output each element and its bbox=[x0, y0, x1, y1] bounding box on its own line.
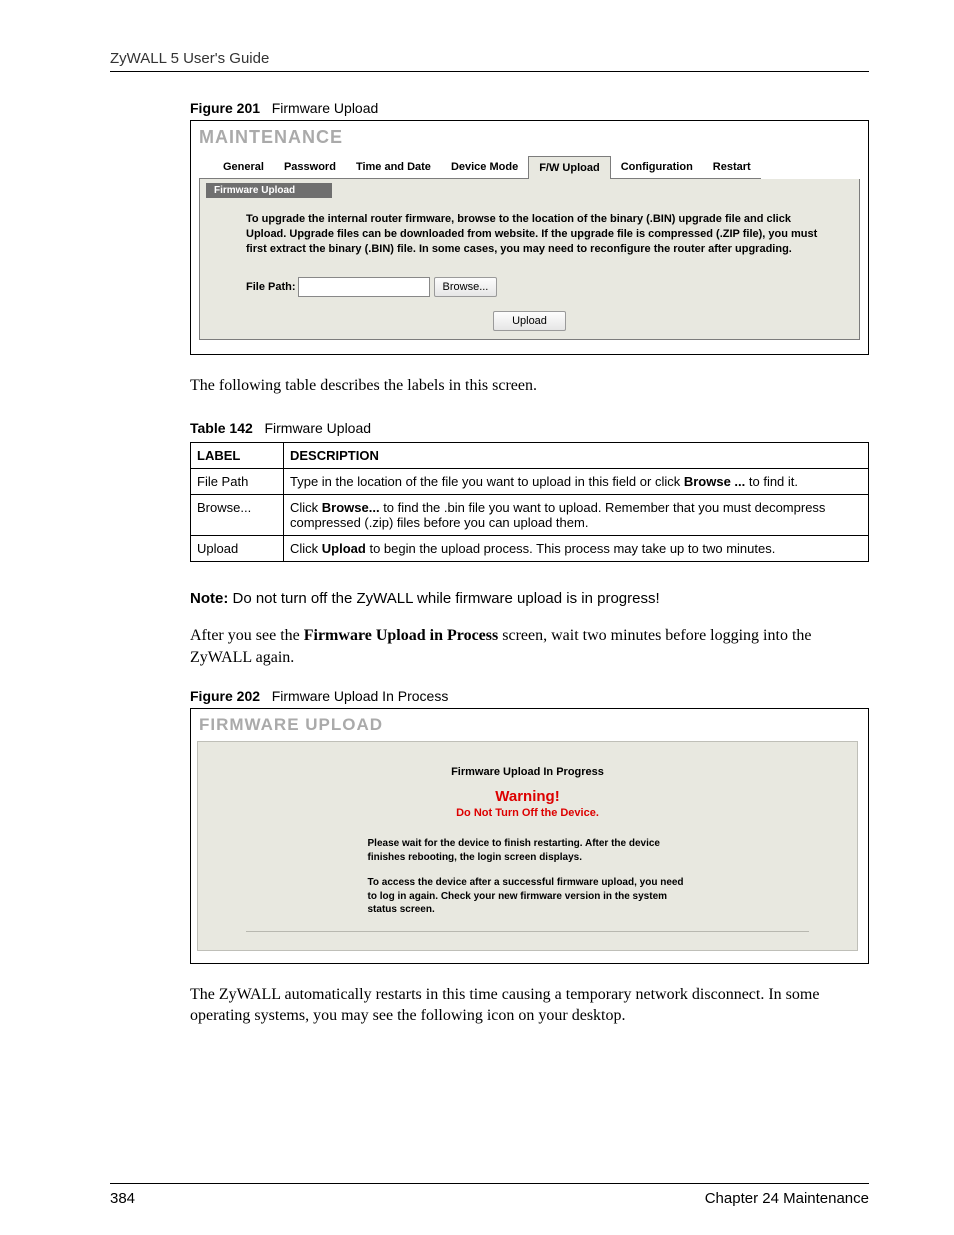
figure-201: MAINTENANCE General Password Time and Da… bbox=[190, 120, 869, 355]
tab-content: Firmware Upload To upgrade the internal … bbox=[199, 179, 860, 340]
table-142: LABEL DESCRIPTION File Path Type in the … bbox=[190, 442, 869, 562]
closing-paragraph: The ZyWALL automatically restarts in thi… bbox=[190, 984, 869, 1027]
figure-202: FIRMWARE UPLOAD Firmware Upload In Progr… bbox=[190, 708, 869, 964]
cell-desc: Click Upload to begin the upload process… bbox=[284, 536, 869, 562]
firmware-upload-heading: FIRMWARE UPLOAD bbox=[197, 715, 868, 735]
progress-message-2: To access the device after a successful … bbox=[368, 876, 688, 917]
panel-divider bbox=[246, 931, 808, 932]
figure-201-title: Firmware Upload bbox=[272, 100, 379, 116]
upload-instructions: To upgrade the internal router firmware,… bbox=[206, 212, 853, 257]
section-title: Firmware Upload bbox=[206, 183, 332, 198]
figure-202-caption: Figure 202 Firmware Upload In Process bbox=[190, 688, 869, 704]
table-row: Browse... Click Browse... to find the .b… bbox=[191, 495, 869, 536]
col-label: LABEL bbox=[191, 443, 284, 469]
cell-label: File Path bbox=[191, 469, 284, 495]
table-142-caption: Table 142 Firmware Upload bbox=[190, 420, 869, 436]
tab-configuration[interactable]: Configuration bbox=[611, 156, 703, 179]
figure-202-number: Figure 202 bbox=[190, 688, 260, 704]
figure-202-title: Firmware Upload In Process bbox=[272, 688, 449, 704]
tab-fw-upload[interactable]: F/W Upload bbox=[528, 156, 611, 179]
tab-time-date[interactable]: Time and Date bbox=[346, 156, 441, 179]
table-header-row: LABEL DESCRIPTION bbox=[191, 443, 869, 469]
maintenance-heading: MAINTENANCE bbox=[199, 127, 860, 148]
figure-201-number: Figure 201 bbox=[190, 100, 260, 116]
upload-button[interactable]: Upload bbox=[493, 311, 566, 331]
intro-paragraph: The following table describes the labels… bbox=[190, 375, 869, 397]
table-row: File Path Type in the location of the fi… bbox=[191, 469, 869, 495]
header-rule bbox=[110, 71, 869, 72]
page-number: 384 bbox=[110, 1190, 135, 1207]
figure-201-caption: Figure 201 Firmware Upload bbox=[190, 100, 869, 116]
warning-heading: Warning! bbox=[208, 788, 847, 805]
note: Note: Do not turn off the ZyWALL while f… bbox=[190, 590, 869, 607]
chapter-label: Chapter 24 Maintenance bbox=[705, 1190, 869, 1207]
table-row: Upload Click Upload to begin the upload … bbox=[191, 536, 869, 562]
progress-message-1: Please wait for the device to finish res… bbox=[368, 837, 688, 864]
note-label: Note: bbox=[190, 590, 228, 607]
table-142-title: Firmware Upload bbox=[264, 420, 371, 436]
tab-restart[interactable]: Restart bbox=[703, 156, 761, 179]
progress-panel: Firmware Upload In Progress Warning! Do … bbox=[197, 741, 858, 951]
warning-subtext: Do Not Turn Off the Device. bbox=[208, 807, 847, 819]
tab-device-mode[interactable]: Device Mode bbox=[441, 156, 528, 179]
page-footer: 384 Chapter 24 Maintenance bbox=[110, 1183, 869, 1207]
after-paragraph: After you see the Firmware Upload in Pro… bbox=[190, 625, 869, 668]
file-path-label: File Path: bbox=[246, 281, 296, 293]
tab-strip: General Password Time and Date Device Mo… bbox=[199, 156, 860, 179]
file-path-input[interactable] bbox=[298, 277, 430, 297]
progress-text: Firmware Upload In Progress bbox=[208, 766, 847, 778]
col-description: DESCRIPTION bbox=[284, 443, 869, 469]
cell-desc: Type in the location of the file you wan… bbox=[284, 469, 869, 495]
tab-spacer bbox=[199, 156, 213, 179]
running-header: ZyWALL 5 User's Guide bbox=[110, 50, 869, 67]
cell-desc: Click Browse... to find the .bin file yo… bbox=[284, 495, 869, 536]
browse-button[interactable]: Browse... bbox=[434, 277, 498, 297]
cell-label: Upload bbox=[191, 536, 284, 562]
table-142-number: Table 142 bbox=[190, 420, 253, 436]
tab-general[interactable]: General bbox=[213, 156, 274, 179]
cell-label: Browse... bbox=[191, 495, 284, 536]
file-path-row: File Path: Browse... bbox=[206, 277, 853, 297]
note-text: Do not turn off the ZyWALL while firmwar… bbox=[233, 590, 660, 607]
tab-password[interactable]: Password bbox=[274, 156, 346, 179]
